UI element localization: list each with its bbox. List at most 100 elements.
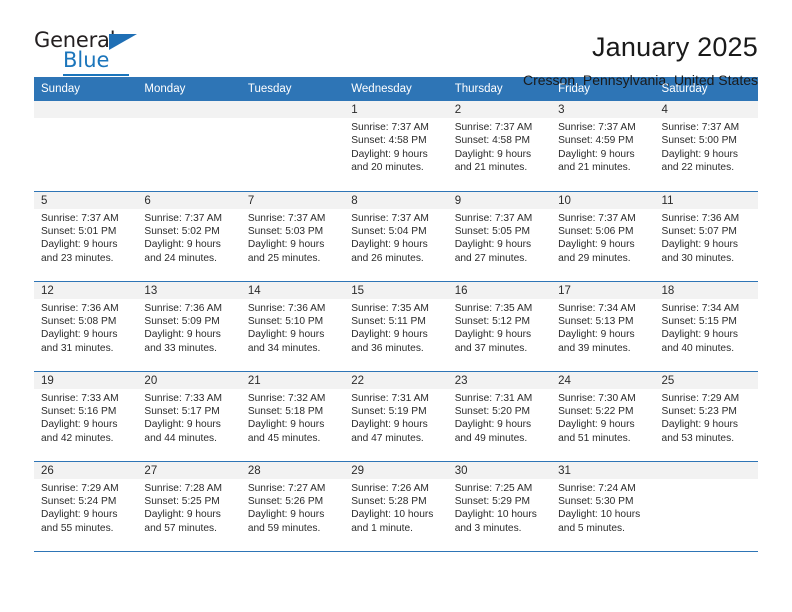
calendar-day-cell[interactable]: 20 Sunrise: 7:33 AM Sunset: 5:17 PM Dayligh… [137, 371, 241, 462]
calendar-day-cell[interactable]: 16 Sunrise: 7:35 AM Sunset: 5:12 PM Dayligh… [447, 281, 552, 372]
calendar-day-cell[interactable]: 7 Sunrise: 7:37 AM Sunset: 5:03 PM Daylight… [240, 191, 345, 282]
calendar-day-cell[interactable]: 1 Sunrise: 7:37 AM Sunset: 4:58 PM Daylight… [344, 101, 448, 192]
day-details: Sunrise: 7:32 AM Sunset: 5:18 PM Daylight:… [241, 389, 344, 446]
calendar-day-cell[interactable]: 3 Sunrise: 7:37 AM Sunset: 4:59 PM Daylight… [551, 101, 655, 192]
calendar-day-cell[interactable]: 12 Sunrise: 7:36 AM Sunset: 5:08 PM Dayligh… [34, 281, 138, 372]
day-cell-inner: 5 Sunrise: 7:37 AM Sunset: 5:01 PM Daylight… [34, 191, 138, 281]
daylight-text-line1: Daylight: 9 hours [454, 239, 532, 251]
daylight-text-line2: and 59 minutes. [247, 522, 321, 534]
day-cell-inner: 19 Sunrise: 7:33 AM Sunset: 5:16 PM Dayligh… [34, 371, 138, 461]
day-number: 31 [551, 461, 655, 479]
sunrise-text: Sunrise: 7:31 AM [454, 392, 533, 404]
calendar-day-cell[interactable]: 25 Sunrise: 7:29 AM Sunset: 5:23 PM Dayligh… [654, 371, 758, 462]
logo-underline [63, 74, 129, 76]
day-cell-inner: 6 Sunrise: 7:37 AM Sunset: 5:02 PM Daylight… [137, 191, 241, 281]
calendar-day-cell[interactable]: 4 Sunrise: 7:37 AM Sunset: 5:00 PM Daylight… [654, 101, 758, 192]
calendar-day-cell[interactable]: 14 Sunrise: 7:36 AM Sunset: 5:10 PM Dayligh… [240, 281, 345, 372]
day-details: Sunrise: 7:26 AM Sunset: 5:28 PM Daylight:… [344, 479, 447, 536]
day-details: Sunrise: 7:29 AM Sunset: 5:23 PM Daylight:… [655, 389, 758, 446]
calendar-day-cell[interactable]: 10 Sunrise: 7:37 AM Sunset: 5:06 PM Dayligh… [551, 191, 655, 282]
day-cell-inner: 15 Sunrise: 7:35 AM Sunset: 5:11 PM Dayligh… [344, 281, 448, 371]
day-cell-inner: 4 Sunrise: 7:37 AM Sunset: 5:00 PM Daylight… [654, 101, 758, 191]
day-details: Sunrise: 7:36 AM Sunset: 5:09 PM Daylight:… [137, 299, 240, 356]
day-cell-inner: 10 Sunrise: 7:37 AM Sunset: 5:06 PM Dayligh… [551, 191, 655, 281]
day-details: Sunrise: 7:37 AM Sunset: 4:58 PM Daylight:… [344, 118, 447, 175]
day-details: Sunrise: 7:35 AM Sunset: 5:12 PM Daylight:… [448, 299, 551, 356]
calendar-day-cell[interactable]: 29 Sunrise: 7:26 AM Sunset: 5:28 PM Dayligh… [344, 461, 448, 552]
daylight-text-line1: Daylight: 9 hours [247, 509, 325, 521]
day-details [241, 118, 344, 121]
calendar-day-cell[interactable]: 31 Sunrise: 7:24 AM Sunset: 5:30 PM Dayligh… [551, 461, 655, 552]
weekday-header-sunday: Sunday [34, 77, 138, 101]
calendar-week-row: 12 Sunrise: 7:36 AM Sunset: 5:08 PM Dayligh… [34, 281, 758, 372]
day-details: Sunrise: 7:37 AM Sunset: 5:00 PM Daylight:… [655, 118, 758, 175]
day-details: Sunrise: 7:25 AM Sunset: 5:29 PM Daylight:… [448, 479, 551, 536]
calendar-week-row: 26 Sunrise: 7:29 AM Sunset: 5:24 PM Dayligh… [34, 461, 758, 552]
daylight-text-line1: Daylight: 9 hours [661, 239, 738, 251]
calendar-empty-cell [654, 461, 758, 552]
daylight-text-line2: and 29 minutes. [558, 252, 631, 264]
daylight-text-line2: and 3 minutes. [454, 522, 522, 534]
day-cell-inner: 25 Sunrise: 7:29 AM Sunset: 5:23 PM Dayligh… [654, 371, 758, 461]
calendar-day-cell[interactable]: 2 Sunrise: 7:37 AM Sunset: 4:58 PM Daylight… [447, 101, 552, 192]
day-number: 3 [551, 101, 655, 118]
day-number: 12 [34, 281, 138, 299]
sunset-text: Sunset: 5:04 PM [351, 225, 427, 237]
calendar-day-cell[interactable]: 27 Sunrise: 7:28 AM Sunset: 5:25 PM Dayligh… [137, 461, 241, 552]
calendar-day-cell[interactable]: 30 Sunrise: 7:25 AM Sunset: 5:29 PM Dayligh… [447, 461, 552, 552]
day-cell-inner: 12 Sunrise: 7:36 AM Sunset: 5:08 PM Dayligh… [34, 281, 138, 371]
sunrise-text: Sunrise: 7:37 AM [41, 212, 119, 224]
calendar-week-row: 19 Sunrise: 7:33 AM Sunset: 5:16 PM Dayligh… [34, 371, 758, 462]
day-cell-inner: 27 Sunrise: 7:28 AM Sunset: 5:25 PM Dayligh… [137, 461, 241, 551]
calendar-day-cell[interactable]: 24 Sunrise: 7:30 AM Sunset: 5:22 PM Dayligh… [551, 371, 655, 462]
day-number: 17 [551, 281, 655, 299]
sunrise-text: Sunrise: 7:36 AM [41, 302, 119, 314]
generalblue-logo[interactable]: General Blue [34, 30, 154, 78]
calendar-day-cell[interactable]: 9 Sunrise: 7:37 AM Sunset: 5:05 PM Daylight… [447, 191, 552, 282]
calendar-day-cell[interactable]: 18 Sunrise: 7:34 AM Sunset: 5:15 PM Dayligh… [654, 281, 758, 372]
calendar-day-cell[interactable]: 28 Sunrise: 7:27 AM Sunset: 5:26 PM Dayligh… [240, 461, 345, 552]
sunset-text: Sunset: 5:06 PM [558, 225, 634, 237]
calendar-day-cell[interactable]: 22 Sunrise: 7:31 AM Sunset: 5:19 PM Dayligh… [344, 371, 448, 462]
calendar-empty-cell [34, 101, 138, 192]
day-number: 30 [447, 461, 552, 479]
sunrise-text: Sunrise: 7:34 AM [661, 302, 740, 314]
calendar-day-cell[interactable]: 23 Sunrise: 7:31 AM Sunset: 5:20 PM Dayligh… [447, 371, 552, 462]
day-number: 22 [344, 371, 448, 389]
sunrise-text: Sunrise: 7:36 AM [247, 302, 326, 314]
day-number: 19 [34, 371, 138, 389]
daylight-text-line2: and 55 minutes. [41, 522, 114, 534]
calendar-day-cell[interactable]: 6 Sunrise: 7:37 AM Sunset: 5:02 PM Daylight… [137, 191, 241, 282]
daylight-text-line2: and 51 minutes. [558, 432, 631, 444]
daylight-text-line2: and 25 minutes. [247, 252, 321, 264]
calendar-day-cell[interactable]: 5 Sunrise: 7:37 AM Sunset: 5:01 PM Daylight… [34, 191, 138, 282]
day-number: 7 [240, 191, 345, 209]
calendar-page: General Blue January 2025 Cresson, Penns… [0, 0, 792, 612]
day-cell-inner: 9 Sunrise: 7:37 AM Sunset: 5:05 PM Daylight… [447, 191, 552, 281]
calendar-day-cell[interactable]: 26 Sunrise: 7:29 AM Sunset: 5:24 PM Dayligh… [34, 461, 138, 552]
sunset-text: Sunset: 5:12 PM [454, 315, 531, 327]
day-cell-inner [137, 101, 241, 191]
sunset-text: Sunset: 5:22 PM [558, 405, 634, 417]
calendar-day-cell[interactable]: 13 Sunrise: 7:36 AM Sunset: 5:09 PM Dayligh… [137, 281, 241, 372]
sunset-text: Sunset: 5:26 PM [247, 495, 324, 507]
daylight-text-line1: Daylight: 9 hours [661, 419, 738, 431]
calendar-day-cell[interactable]: 17 Sunrise: 7:34 AM Sunset: 5:13 PM Dayligh… [551, 281, 655, 372]
calendar-day-cell[interactable]: 11 Sunrise: 7:36 AM Sunset: 5:07 PM Dayligh… [654, 191, 758, 282]
daylight-text-line1: Daylight: 9 hours [144, 419, 221, 431]
day-number: 14 [240, 281, 345, 299]
calendar-day-cell[interactable]: 21 Sunrise: 7:32 AM Sunset: 5:18 PM Dayligh… [240, 371, 345, 462]
sunset-text: Sunset: 5:17 PM [144, 405, 220, 417]
day-details [34, 118, 137, 121]
calendar-day-cell[interactable]: 15 Sunrise: 7:35 AM Sunset: 5:11 PM Dayligh… [344, 281, 448, 372]
day-details: Sunrise: 7:28 AM Sunset: 5:25 PM Daylight:… [137, 479, 240, 536]
sunrise-text: Sunrise: 7:29 AM [41, 482, 119, 494]
calendar-day-cell[interactable]: 8 Sunrise: 7:37 AM Sunset: 5:04 PM Daylight… [344, 191, 448, 282]
day-number: 18 [654, 281, 758, 299]
sunrise-text: Sunrise: 7:37 AM [351, 212, 429, 224]
day-number: 26 [34, 461, 138, 479]
day-details: Sunrise: 7:37 AM Sunset: 5:01 PM Daylight:… [34, 209, 137, 266]
day-cell-inner [34, 101, 138, 191]
day-cell-inner: 29 Sunrise: 7:26 AM Sunset: 5:28 PM Dayligh… [344, 461, 448, 551]
calendar-day-cell[interactable]: 19 Sunrise: 7:33 AM Sunset: 5:16 PM Dayligh… [34, 371, 138, 462]
